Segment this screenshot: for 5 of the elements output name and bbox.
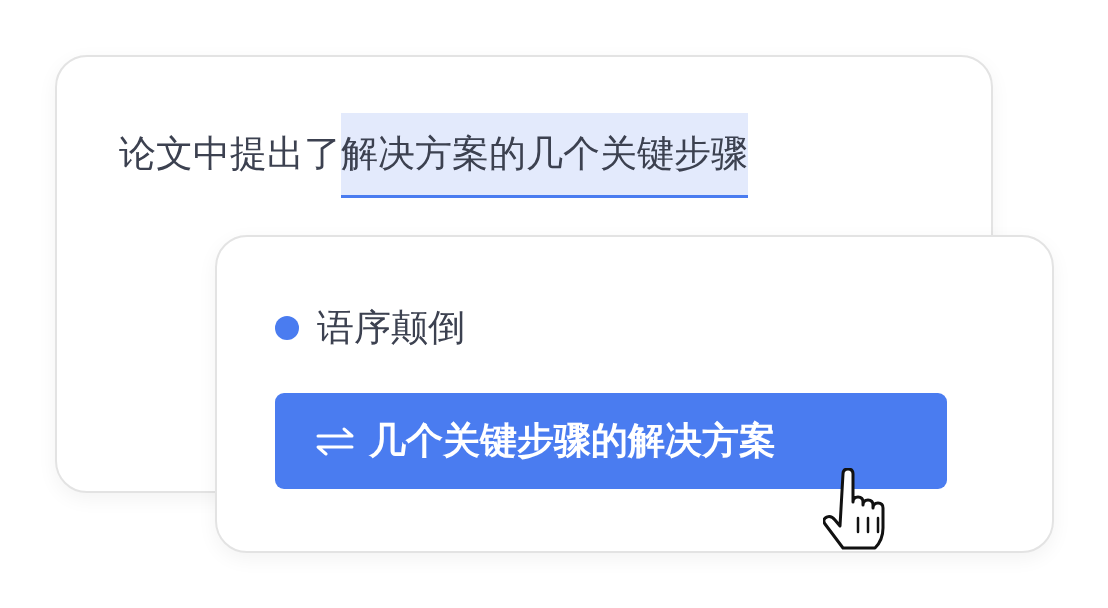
error-category: 语序颠倒 <box>317 305 465 351</box>
highlighted-text: 解决方案的几个关键步骤 <box>341 113 748 198</box>
swap-icon <box>315 426 355 456</box>
sentence-text: 论文中提出了 <box>119 131 341 177</box>
replacement-button[interactable]: 几个关键步骤的解决方案 <box>275 393 947 489</box>
